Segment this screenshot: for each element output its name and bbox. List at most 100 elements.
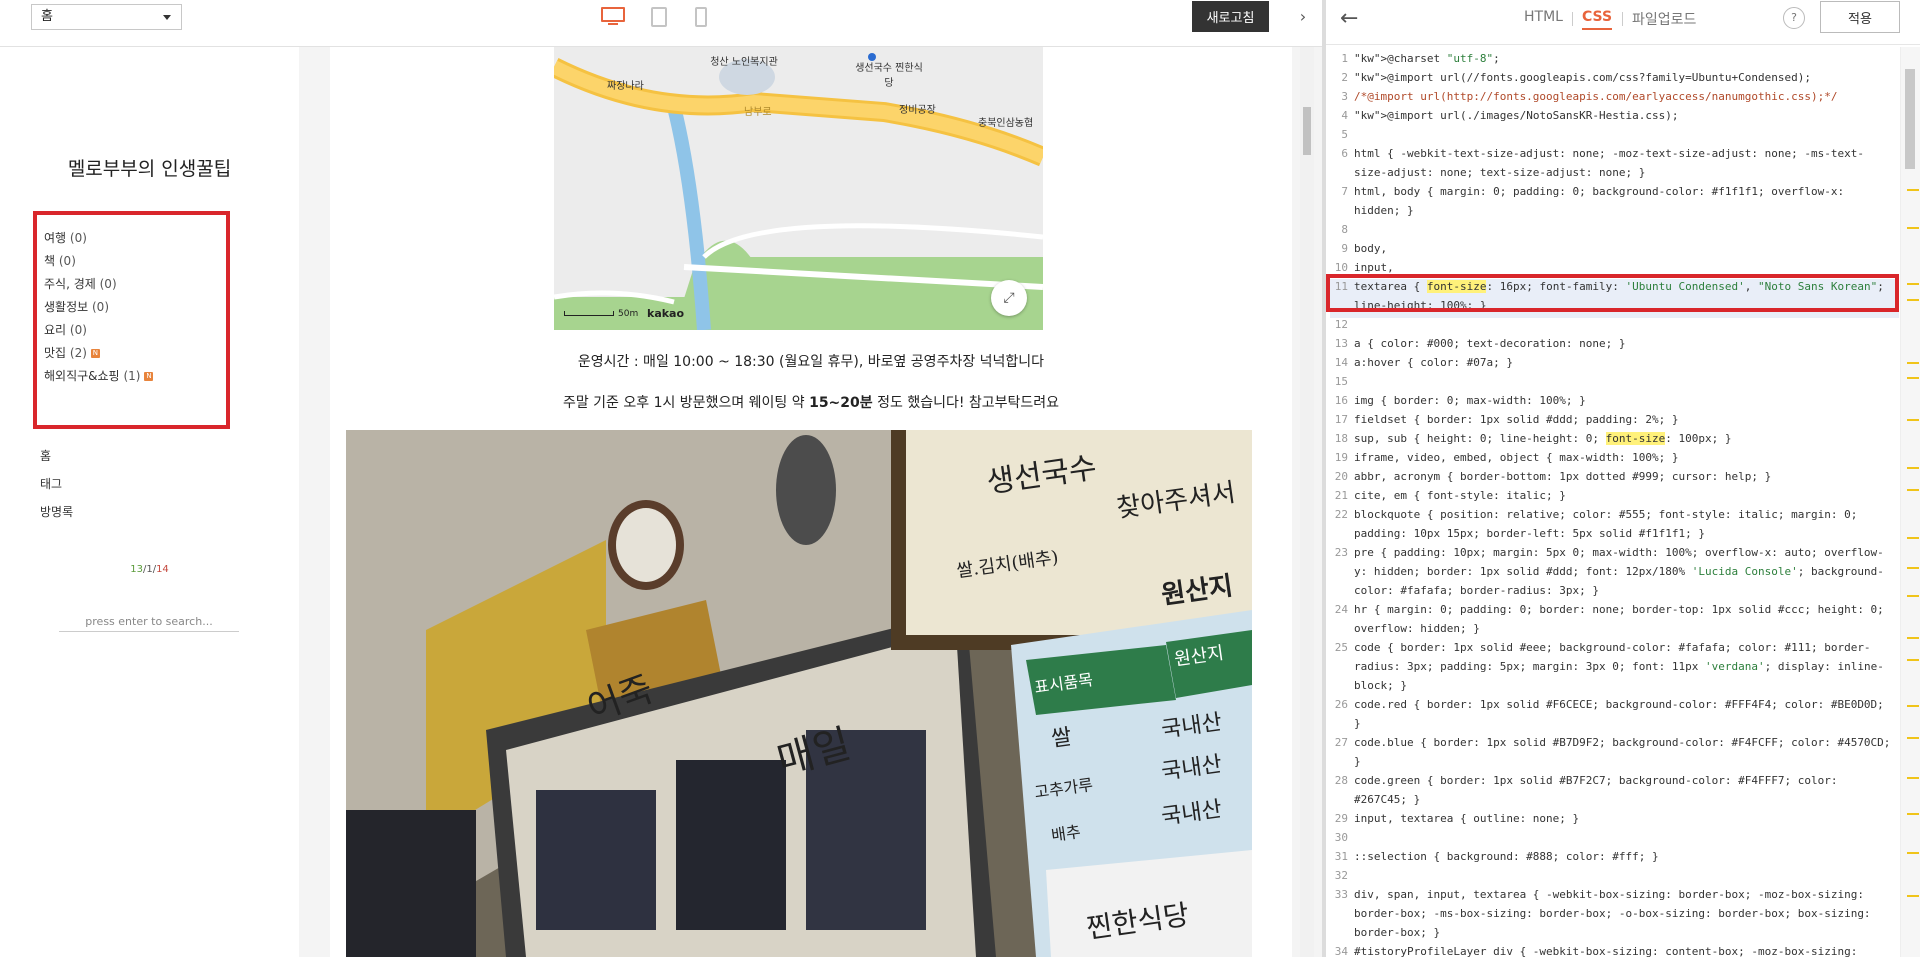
code-line[interactable]: 34 #tistoryProfileLayer div { -webkit-box… (1326, 945, 1900, 957)
refresh-button[interactable]: 새로고침 (1192, 1, 1269, 32)
back-arrow-icon[interactable]: ← (1340, 6, 1358, 31)
code-line[interactable]: 18 sup, sub { height: 0; line-height: 0; … (1326, 432, 1900, 451)
map-label: 짜장나라 (607, 81, 644, 92)
tab-css[interactable]: CSS (1582, 9, 1613, 30)
code-line[interactable]: 7 html, body { margin: 0; padding: 0; bac… (1326, 185, 1900, 204)
code-line[interactable]: 2 "kw">@import url(//fonts.googleapis.com… (1326, 71, 1900, 90)
collapse-preview-icon[interactable]: › (1292, 7, 1314, 27)
code-line[interactable]: 8 (1326, 223, 1900, 242)
code-line[interactable]: 1 "kw">@charset "utf-8"; (1326, 52, 1900, 71)
tablet-view-icon[interactable] (651, 7, 667, 27)
code-line[interactable]: 5 (1326, 128, 1900, 147)
code-line[interactable]: 30 (1326, 831, 1900, 850)
search-marker (1907, 659, 1919, 661)
code-line[interactable]: border-box; } (1326, 926, 1900, 945)
line-number: 14 (1334, 356, 1348, 369)
category-item-restaurants[interactable]: 맛집 (2) N (44, 344, 100, 361)
line-number: 23 (1334, 546, 1348, 559)
line-number: 33 (1334, 888, 1348, 901)
scrollbar-thumb[interactable] (1303, 107, 1311, 155)
apply-button[interactable]: 적용 (1820, 1, 1900, 33)
tab-file-upload[interactable]: 파일업로드 (1632, 9, 1696, 29)
tab-html[interactable]: HTML (1524, 9, 1563, 25)
code-line[interactable]: 9 body, (1326, 242, 1900, 261)
code-line[interactable]: 23 pre { padding: 10px; margin: 5px 0; ma… (1326, 546, 1900, 565)
code-line[interactable]: border-box; -ms-box-sizing: border-box; … (1326, 907, 1900, 926)
code-line[interactable]: 15 (1326, 375, 1900, 394)
code-line[interactable]: 33 div, span, input, textarea { -webkit-b… (1326, 888, 1900, 907)
line-number: 19 (1334, 451, 1348, 464)
code-line[interactable]: 14 a:hover { color: #07a; } (1326, 356, 1900, 375)
search-marker (1907, 895, 1919, 897)
line-number: 28 (1334, 774, 1348, 787)
code-line[interactable]: 3 /*@import url(http://fonts.googleapis.c… (1326, 90, 1900, 109)
category-item-books[interactable]: 책 (0) (44, 252, 76, 269)
code-text: code.blue { border: 1px solid #B7D9F2; b… (1354, 736, 1891, 749)
help-icon[interactable]: ? (1783, 7, 1805, 29)
code-text: blockquote { position: relative; color: … (1354, 508, 1858, 521)
code-line[interactable]: 16 img { border: 0; max-width: 100%; } (1326, 394, 1900, 413)
code-line[interactable]: block; } (1326, 679, 1900, 698)
code-line[interactable]: overflow: hidden; } (1326, 622, 1900, 641)
code-text: code { border: 1px solid #eee; backgroun… (1354, 641, 1871, 654)
restaurant-photo[interactable]: 생선국수 찾아주셔서 쌀.김치(배추) 원산지 원산지 표시품목 쌀 국내산 고… (346, 430, 1252, 957)
code-text: input, textarea { outline: none; } (1354, 812, 1580, 825)
code-text: y: hidden; border: 1px solid #ddd; font:… (1354, 565, 1884, 578)
css-code-editor[interactable]: 1 "kw">@charset "utf-8"; 2 "kw">@import url… (1326, 47, 1900, 957)
line-number: 8 (1341, 223, 1348, 236)
category-item-travel[interactable]: 여행 (0) (44, 229, 87, 246)
code-line[interactable]: 17 fieldset { border: 1px solid #ddd; pad… (1326, 413, 1900, 432)
category-count: (2) (69, 346, 87, 360)
code-line[interactable]: } (1326, 717, 1900, 736)
code-text: sup, sub { height: 0; line-height: 0; fo… (1354, 432, 1732, 445)
code-text: "kw">@import url(//fonts.googleapis.com/… (1354, 71, 1811, 84)
code-line[interactable]: y: hidden; border: 1px solid #ddd; font:… (1326, 565, 1900, 584)
category-count: (0) (58, 254, 76, 268)
code-line[interactable]: 20 abbr, acronym { border-bottom: 1px dot… (1326, 470, 1900, 489)
page-select-dropdown[interactable]: 홈 (31, 4, 182, 30)
code-line[interactable]: hidden; } (1326, 204, 1900, 223)
mobile-view-icon[interactable] (695, 7, 707, 27)
code-line[interactable]: 4 "kw">@import url(./images/NotoSansKR-He… (1326, 109, 1900, 128)
line-number: 6 (1341, 147, 1348, 160)
code-line[interactable]: #267C45; } (1326, 793, 1900, 812)
code-line[interactable]: 25 code { border: 1px solid #eee; backgro… (1326, 641, 1900, 660)
code-line[interactable]: radius: 3px; padding: 5px; margin: 3px 0… (1326, 660, 1900, 679)
blog-title[interactable]: 멜로부부의 인생꿀팁 (0, 154, 299, 181)
scrollbar-thumb[interactable] (1905, 69, 1915, 169)
expand-map-icon[interactable]: ⤢ (991, 280, 1027, 316)
search-marker (1907, 299, 1919, 301)
code-line[interactable]: } (1326, 755, 1900, 774)
nav-home[interactable]: 홈 (40, 447, 51, 464)
category-item-lifeinfo[interactable]: 생활정보 (0) (44, 298, 109, 315)
nav-tags[interactable]: 태그 (40, 475, 62, 492)
code-line[interactable]: padding: 10px 15px; border-left: 5px sol… (1326, 527, 1900, 546)
code-line[interactable]: 12 (1326, 318, 1900, 337)
code-line[interactable]: 19 iframe, video, embed, object { max-wid… (1326, 451, 1900, 470)
search-input[interactable]: press enter to search... (59, 615, 239, 632)
code-text: padding: 10px 15px; border-left: 5px sol… (1354, 527, 1705, 540)
preview-scrollbar[interactable] (1300, 47, 1314, 957)
category-item-shopping[interactable]: 해외직구&쇼핑 (1) N (44, 367, 154, 384)
code-line[interactable]: 21 cite, em { font-style: italic; } (1326, 489, 1900, 508)
category-item-cooking[interactable]: 요리 (0) (44, 321, 87, 338)
code-line[interactable]: 28 code.green { border: 1px solid #B7F2C7… (1326, 774, 1900, 793)
category-item-stocks[interactable]: 주식, 경제 (0) (44, 275, 117, 292)
code-line[interactable]: 13 a { color: #000; text-decoration: none… (1326, 337, 1900, 356)
kakao-map[interactable]: 짜장나라 청산 노인복지관 생선국수 찐한식당 정비공장 충북인삼농협 남부로 … (554, 47, 1043, 330)
code-line[interactable]: size-adjust: none; text-size-adjust: non… (1326, 166, 1900, 185)
chevron-down-icon (163, 15, 171, 20)
nav-guestbook[interactable]: 방명록 (40, 503, 73, 520)
code-line[interactable]: 22 blockquote { position: relative; color… (1326, 508, 1900, 527)
code-line[interactable]: 24 hr { margin: 0; padding: 0; border: no… (1326, 603, 1900, 622)
code-line[interactable]: 31::selection { background: #888; color:… (1326, 850, 1900, 869)
code-line[interactable]: 26 code.red { border: 1px solid #F6CECE; … (1326, 698, 1900, 717)
desktop-view-icon[interactable] (601, 7, 625, 27)
code-line[interactable]: 32 (1326, 869, 1900, 888)
editor-scrollbar[interactable] (1900, 47, 1920, 957)
code-line[interactable]: 27 code.blue { border: 1px solid #B7D9F2;… (1326, 736, 1900, 755)
category-label: 맛집 (44, 346, 67, 360)
code-line[interactable]: color: #fafafa; border-radius: 3px; } (1326, 584, 1900, 603)
code-line[interactable]: 29 input, textarea { outline: none; } (1326, 812, 1900, 831)
code-line[interactable]: 6 html { -webkit-text-size-adjust: none; … (1326, 147, 1900, 166)
